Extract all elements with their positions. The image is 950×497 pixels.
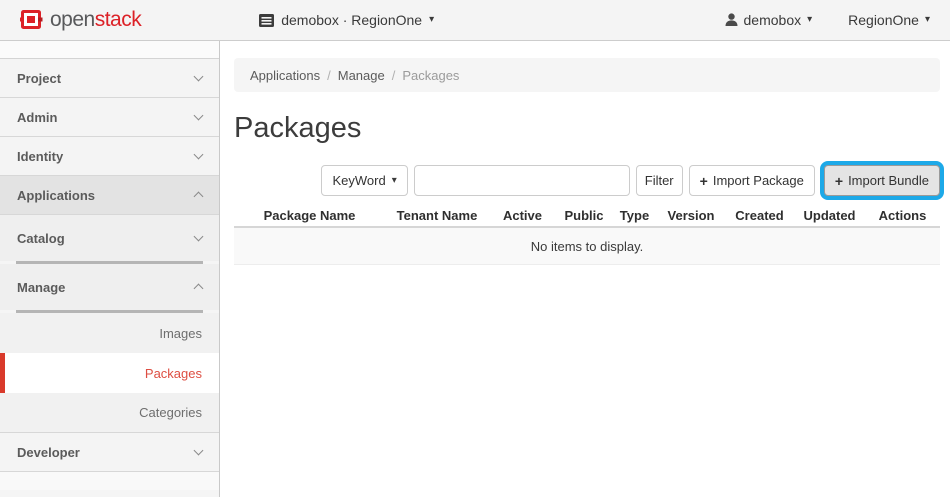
chevron-down-icon <box>194 232 204 242</box>
filter-button[interactable]: Filter <box>636 165 683 196</box>
column-header-public[interactable]: Public <box>556 208 612 223</box>
table-toolbar: KeyWord ▾ Filter + Import Package + Impo… <box>234 165 940 196</box>
table-empty-row: No items to display. <box>234 228 940 265</box>
chevron-down-icon: ▾ <box>429 15 434 25</box>
column-header-tenant-name[interactable]: Tenant Name <box>385 208 489 223</box>
breadcrumb: Applications / Manage / Packages <box>234 58 940 92</box>
logo-text: openstack <box>50 8 141 32</box>
column-header-package-name[interactable]: Package Name <box>234 208 385 223</box>
region-menu-label: RegionOne <box>848 12 919 28</box>
user-icon <box>725 13 738 27</box>
breadcrumb-packages: Packages <box>402 68 459 83</box>
list-icon <box>259 14 274 27</box>
chevron-down-icon <box>194 72 204 82</box>
keyword-dropdown[interactable]: KeyWord ▾ <box>321 165 407 196</box>
breadcrumb-separator: / <box>392 68 396 83</box>
table-header-row: Package Name Tenant Name Active Public T… <box>234 205 940 228</box>
main-content: Applications / Manage / Packages Package… <box>220 41 950 497</box>
top-navbar: openstack demobox · RegionOne ▾ demobox … <box>0 0 950 41</box>
user-menu-label: demobox <box>744 12 802 28</box>
page-title: Packages <box>234 108 940 148</box>
sidebar-item-categories[interactable]: Categories <box>0 393 219 433</box>
column-header-version[interactable]: Version <box>657 208 725 223</box>
chevron-down-icon: ▾ <box>392 176 397 186</box>
sidebar-item-project[interactable]: Project <box>0 59 219 98</box>
import-bundle-button[interactable]: + Import Bundle <box>824 165 940 196</box>
chevron-down-icon <box>194 111 204 121</box>
breadcrumb-separator: / <box>327 68 331 83</box>
column-header-type[interactable]: Type <box>612 208 657 223</box>
column-header-actions: Actions <box>865 208 940 223</box>
sidebar: Project Admin Identity Applications Cata… <box>0 41 220 497</box>
sidebar-footer-strip <box>0 472 219 490</box>
keyword-dropdown-label: KeyWord <box>332 173 385 188</box>
empty-message: No items to display. <box>531 239 643 254</box>
user-menu[interactable]: demobox ▾ <box>725 12 813 28</box>
breadcrumb-manage[interactable]: Manage <box>338 68 385 83</box>
column-header-updated[interactable]: Updated <box>794 208 865 223</box>
sidebar-item-applications[interactable]: Applications <box>0 176 219 215</box>
breadcrumb-applications[interactable]: Applications <box>250 68 320 83</box>
sidebar-item-identity[interactable]: Identity <box>0 137 219 176</box>
plus-icon: + <box>835 173 843 189</box>
openstack-logo-icon <box>18 8 44 32</box>
column-header-active[interactable]: Active <box>489 208 556 223</box>
sidebar-item-developer[interactable]: Developer <box>0 433 219 472</box>
chevron-up-icon <box>194 192 204 202</box>
sidebar-item-images[interactable]: Images <box>0 313 219 353</box>
project-region-switcher[interactable]: demobox · RegionOne ▾ <box>259 12 434 28</box>
import-package-button[interactable]: + Import Package <box>689 165 815 196</box>
chevron-down-icon <box>194 446 204 456</box>
sidebar-item-admin[interactable]: Admin <box>0 98 219 137</box>
sidebar-group-manage[interactable]: Manage <box>0 264 219 313</box>
column-header-created[interactable]: Created <box>725 208 794 223</box>
search-input[interactable] <box>414 165 630 196</box>
chevron-down-icon <box>194 150 204 160</box>
context-switcher-label: demobox · RegionOne <box>281 12 422 28</box>
sidebar-header-strip <box>0 41 219 59</box>
chevron-down-icon: ▾ <box>807 15 812 25</box>
openstack-logo: openstack <box>18 8 141 32</box>
chevron-down-icon: ▾ <box>925 15 930 25</box>
region-menu[interactable]: RegionOne ▾ <box>848 12 930 28</box>
sidebar-item-packages[interactable]: Packages <box>0 353 219 393</box>
sidebar-group-catalog[interactable]: Catalog <box>0 215 219 264</box>
chevron-up-icon <box>194 284 204 294</box>
plus-icon: + <box>700 173 708 189</box>
